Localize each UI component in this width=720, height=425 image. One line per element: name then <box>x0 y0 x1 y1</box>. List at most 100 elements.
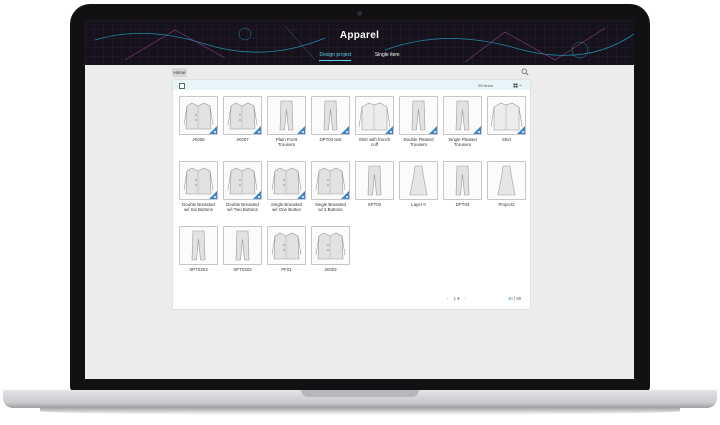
item-thumbnail[interactable] <box>223 226 262 265</box>
item-card[interactable]: SPT0203 <box>179 226 218 272</box>
item-label: Shirt <box>501 137 512 142</box>
garment-icon <box>497 165 516 196</box>
app-title: Apparel <box>339 30 380 41</box>
item-card[interactable]: SPT02 <box>355 161 394 207</box>
next-page-icon[interactable]: › <box>465 296 466 301</box>
app-screen: Apparel Design project Single item Home … <box>85 20 634 379</box>
item-card[interactable]: JK006 <box>179 96 218 142</box>
item-label: PF01 <box>281 267 292 272</box>
items-panel: 25 items JK006 JK007 Plain Front Trousers D… <box>173 80 530 309</box>
item-thumbnail[interactable] <box>311 161 350 200</box>
pagination: ‹ 1 ▾ › <box>447 296 466 302</box>
item-label: DPT03 <box>455 202 470 207</box>
item-thumbnail[interactable] <box>267 96 306 135</box>
item-card[interactable]: Shirt with french cuff <box>355 96 394 147</box>
item-label: Plain Front Trousers <box>275 137 298 148</box>
item-card[interactable]: Plain Front Trousers <box>267 96 306 147</box>
sync-badge-icon <box>341 126 349 134</box>
camera-icon <box>357 11 362 16</box>
item-label: SPT0203 <box>233 267 252 272</box>
select-all-checkbox[interactable] <box>179 83 185 89</box>
sync-badge-icon <box>429 126 437 134</box>
item-card[interactable]: SPT0203 <box>223 226 262 272</box>
item-card[interactable]: PF01 <box>267 226 306 272</box>
sync-badge-dot <box>345 130 348 133</box>
sync-badge-icon <box>385 126 393 134</box>
tab-single-item[interactable]: Single item <box>375 52 400 60</box>
item-card[interactable]: Single Breasted w/i One Button <box>267 161 306 212</box>
sync-badge-icon <box>253 191 261 199</box>
item-thumbnail[interactable] <box>399 161 438 200</box>
panel-toolbar: 25 items <box>173 80 530 90</box>
tab-design-project[interactable]: Design project <box>319 52 352 61</box>
app-header: Apparel Design project Single item <box>85 20 634 65</box>
item-thumbnail[interactable] <box>223 96 262 135</box>
item-thumbnail[interactable] <box>443 96 482 135</box>
page-size-separator: | <box>513 296 516 301</box>
search-icon[interactable] <box>521 68 529 76</box>
item-card[interactable]: JK007 <box>223 96 262 142</box>
sync-badge-icon <box>253 126 261 134</box>
item-thumbnail[interactable] <box>443 161 482 200</box>
item-card[interactable]: Single Breasted w/ 2 Buttons <box>311 161 350 212</box>
item-label: JK006 <box>192 137 205 142</box>
item-thumbnail[interactable] <box>179 161 218 200</box>
sync-badge-dot <box>301 130 304 133</box>
sync-badge-icon <box>473 126 481 134</box>
per-page-option[interactable]: 40 <box>508 296 513 301</box>
item-label: Double Pleated Trousers <box>403 137 434 148</box>
item-label: SPT0203 <box>189 267 208 272</box>
sync-badge-icon <box>517 126 525 134</box>
garment-icon <box>315 232 346 260</box>
item-card[interactable]: DPT03 test <box>311 96 350 142</box>
item-card[interactable]: Layer 0 <box>399 161 438 207</box>
item-thumbnail[interactable] <box>355 161 394 200</box>
item-card[interactable]: Double Breasted w/i Six Buttons <box>179 161 218 212</box>
sync-badge-icon <box>341 191 349 199</box>
garment-icon <box>271 232 302 260</box>
item-thumbnail[interactable] <box>179 226 218 265</box>
item-thumbnail[interactable] <box>311 96 350 135</box>
item-label: Single Breasted w/ 2 Buttons <box>315 202 346 213</box>
sync-badge-icon <box>297 126 305 134</box>
laptop-notch <box>301 390 419 397</box>
item-thumbnail[interactable] <box>179 96 218 135</box>
item-thumbnail[interactable] <box>399 96 438 135</box>
sync-badge-dot <box>213 195 216 198</box>
prev-page-icon[interactable]: ‹ <box>447 296 448 301</box>
item-label: DPT03 test <box>319 137 342 142</box>
page-select[interactable]: 1 ▾ <box>454 296 460 302</box>
tab-bar: Design project Single item <box>85 52 634 61</box>
item-thumbnail[interactable] <box>267 161 306 200</box>
sync-badge-dot <box>521 130 524 133</box>
item-thumbnail[interactable] <box>487 96 526 135</box>
item-card[interactable]: DPT03 <box>443 161 482 207</box>
item-thumbnail[interactable] <box>311 226 350 265</box>
item-card[interactable]: Single Pleated Trousers <box>443 96 482 147</box>
garment-icon <box>409 165 428 196</box>
sync-badge-dot <box>257 130 260 133</box>
garment-icon <box>367 165 382 196</box>
garment-icon <box>235 230 250 261</box>
item-thumbnail[interactable] <box>487 161 526 200</box>
sync-badge-dot <box>257 195 260 198</box>
sync-badge-dot <box>433 130 436 133</box>
item-card[interactable]: Double Breasted w/i Two Buttons <box>223 161 262 212</box>
item-thumbnail[interactable] <box>223 161 262 200</box>
item-card[interactable]: JK002 <box>311 226 350 272</box>
page-size: 40 | 80 <box>508 296 521 301</box>
item-label: Single Pleated Trousers <box>448 137 477 148</box>
item-thumbnail[interactable] <box>355 96 394 135</box>
sync-badge-dot <box>301 195 304 198</box>
garment-icon <box>455 165 470 196</box>
item-card[interactable]: Shirt <box>487 96 526 142</box>
item-card[interactable]: Double Pleated Trousers <box>399 96 438 147</box>
item-thumbnail[interactable] <box>267 226 306 265</box>
per-page-option-max[interactable]: 80 <box>516 296 521 301</box>
item-card[interactable]: Project2 <box>487 161 526 207</box>
item-label: JK007 <box>236 137 249 142</box>
grid-view-icon[interactable] <box>513 83 523 88</box>
breadcrumb-home[interactable]: Home <box>172 68 187 77</box>
item-count: 25 items <box>478 83 494 88</box>
sync-badge-dot <box>389 130 392 133</box>
